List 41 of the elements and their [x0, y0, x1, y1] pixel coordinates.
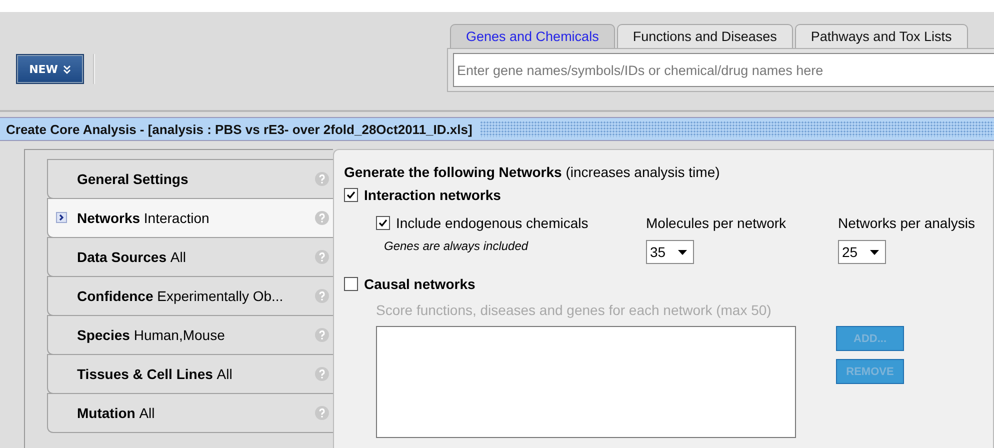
dropdown[interactable]: 35: [646, 240, 694, 264]
dropdown-arrow-icon: [678, 250, 687, 254]
help-icon[interactable]: [315, 289, 329, 303]
help-icon[interactable]: [315, 172, 329, 186]
section-heading: Generate the following Networks (increases analysis time): [344, 164, 721, 180]
checkbox[interactable]: [376, 216, 390, 230]
double-chevron-icon: [62, 64, 71, 74]
dropdown[interactable]: 25: [838, 240, 886, 264]
checkbox-label: Causal networks: [364, 276, 476, 292]
list-label: Score functions, diseases and genes for each network (max 50): [376, 302, 772, 318]
search-field[interactable]: Enter gene names/symbols/IDs or chemical/drug names here: [453, 53, 994, 87]
nav-item-label: Tissues & Cell Lines All: [77, 366, 232, 382]
nav-item-label: Data Sources All: [77, 249, 186, 265]
help-icon[interactable]: [315, 367, 329, 381]
settings-nav-item[interactable]: General Settings: [47, 159, 333, 199]
checkbox[interactable]: [344, 277, 358, 291]
field-label: Networks per analysis: [838, 215, 975, 231]
new-button[interactable]: NEW: [17, 55, 83, 83]
field-label: Molecules per network: [646, 215, 788, 231]
chevron-right-icon: [56, 212, 67, 223]
hint-text: Genes are always included: [384, 239, 530, 253]
dropdown-arrow-icon: [870, 250, 879, 254]
nav-item-label: Confidence Experimentally Ob...: [77, 288, 284, 304]
settings-nav-item[interactable]: Mutation All: [47, 393, 333, 433]
panel-title: Create Core Analysis - [analysis : PBS vs rE3- over 2fold_28Oct2011_ID.xls]: [6, 122, 472, 136]
nav-item-label: Networks Interaction: [77, 210, 210, 226]
list-box[interactable]: [376, 326, 796, 438]
settings-nav-item[interactable]: Networks Interaction: [47, 198, 333, 238]
search-tab[interactable]: Genes and Chemicals: [450, 24, 615, 48]
help-icon[interactable]: [315, 406, 329, 420]
checkbox-label: Include endogenous chemicals: [396, 215, 588, 231]
nav-item-label: Species Human,Mouse: [77, 327, 225, 343]
nav-item-label: General Settings: [77, 171, 188, 187]
search-tab[interactable]: Functions and Diseases: [616, 24, 793, 48]
checkbox[interactable]: [344, 188, 358, 202]
help-icon[interactable]: [315, 250, 329, 264]
help-icon[interactable]: [315, 328, 329, 342]
checkbox-label: Interaction networks: [364, 187, 501, 203]
nav-item-label: Mutation All: [77, 405, 155, 421]
help-icon[interactable]: [315, 211, 329, 225]
search-tab[interactable]: Pathways and Tox Lists: [794, 24, 968, 48]
